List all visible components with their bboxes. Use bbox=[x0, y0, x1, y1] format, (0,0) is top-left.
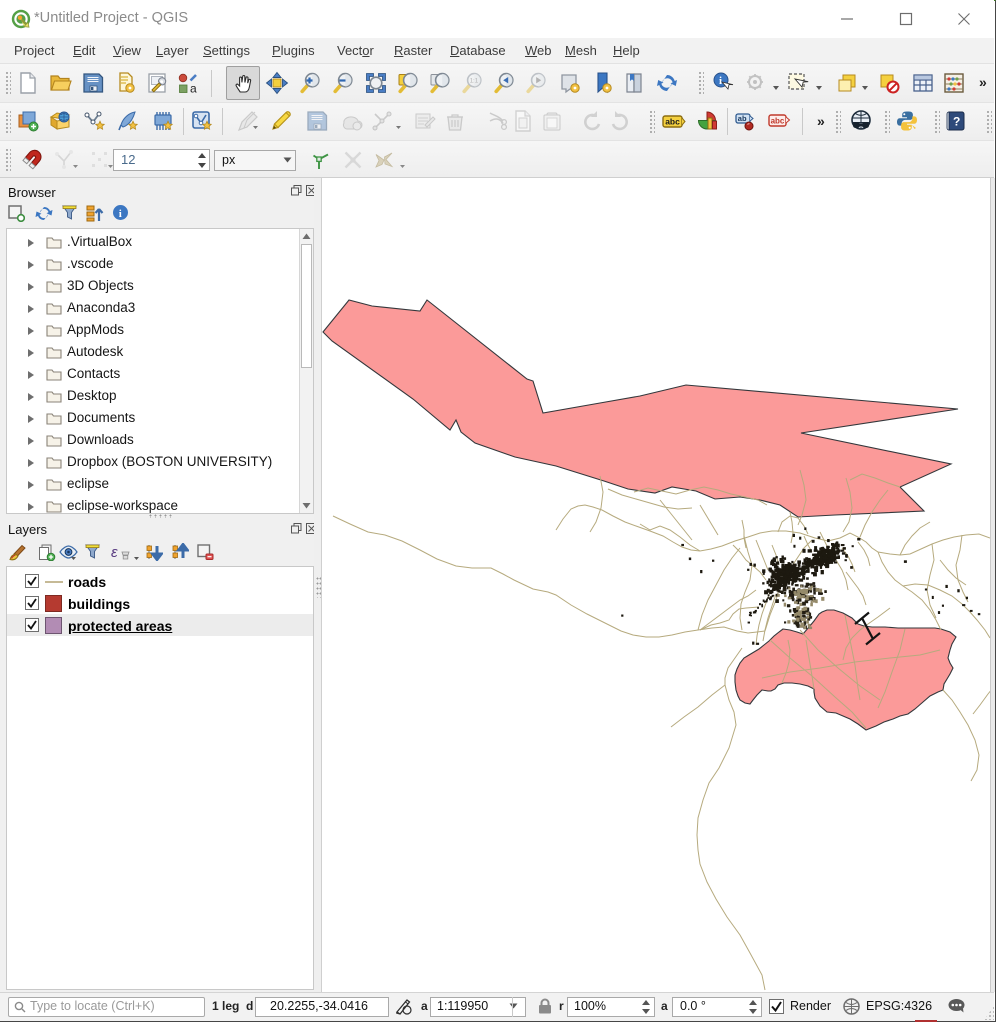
svg-text:ab: ab bbox=[738, 114, 747, 123]
svg-text:i: i bbox=[719, 75, 722, 87]
svg-text:?: ? bbox=[953, 115, 960, 129]
svg-text:abc: abc bbox=[771, 117, 785, 126]
svg-text:a: a bbox=[190, 82, 197, 96]
svg-text:1:1: 1:1 bbox=[470, 78, 479, 84]
svg-text:abc: abc bbox=[665, 117, 680, 127]
svg-text:i: i bbox=[119, 208, 122, 220]
